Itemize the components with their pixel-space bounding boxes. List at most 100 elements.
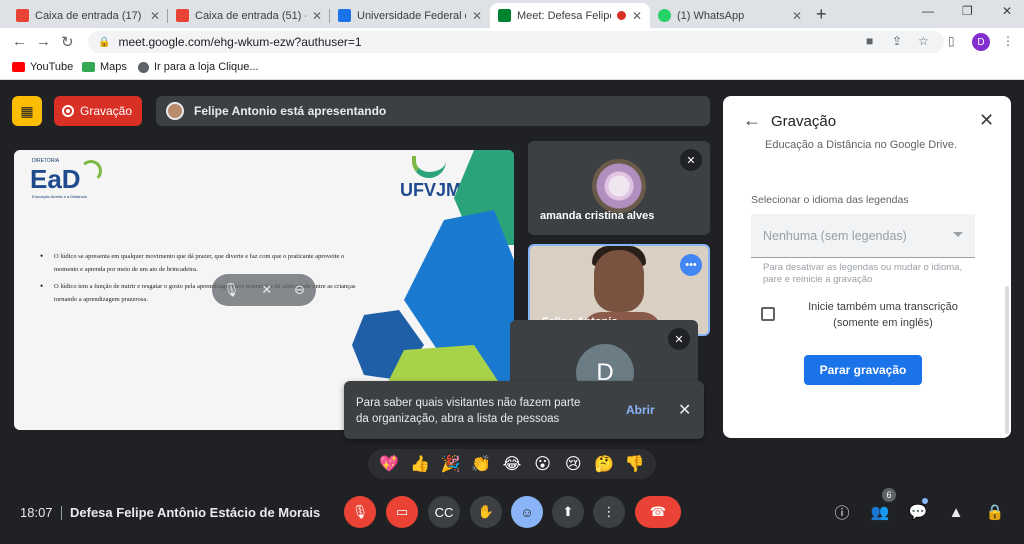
tab-label: Caixa de entrada (51) - ea [195, 9, 306, 22]
mic-off-icon: 🎙 [351, 504, 369, 519]
restore-icon[interactable]: ❐ [962, 4, 973, 18]
more-options-button[interactable]: ⋮ [593, 496, 625, 528]
reaction-laugh[interactable]: 😂 [501, 453, 523, 475]
mic-off-icon[interactable]: 🎙 [223, 282, 240, 298]
close-panel-icon[interactable]: ✕ [979, 110, 994, 131]
tab-label: Caixa de entrada (17) - em [35, 9, 144, 22]
tab-universidade[interactable]: Universidade Federal dos ✕ [330, 3, 490, 28]
activities-icon[interactable]: ▲ [943, 499, 969, 525]
record-icon [62, 105, 74, 117]
reaction-thumbs-down[interactable]: 👎 [624, 453, 646, 475]
caption-language-value: Nenhuma (sem legendas) [763, 228, 907, 243]
people-count-badge: 6 [882, 488, 896, 502]
presenter-avatar [166, 102, 184, 120]
present-button[interactable]: ⬆ [552, 496, 584, 528]
tab-gmail-51[interactable]: Caixa de entrada (51) - ea ✕ [168, 3, 330, 28]
presentation-off-icon[interactable]: ▦ [12, 96, 42, 126]
reaction-clap[interactable]: 👏 [470, 453, 492, 475]
camera-off-icon: ▭ [395, 504, 409, 519]
more-options-icon[interactable]: ••• [680, 254, 702, 276]
panel-scrollbar[interactable] [1005, 286, 1009, 434]
people-icon[interactable]: 👥 [867, 499, 893, 525]
participant-video-face [594, 250, 644, 312]
transcript-checkbox[interactable] [761, 307, 775, 321]
close-tab-icon[interactable]: ✕ [312, 9, 322, 23]
reactions-button[interactable]: ☺ [511, 496, 543, 528]
meeting-title: Defesa Felipe Antônio Estácio de Morais [70, 505, 321, 520]
close-tab-icon[interactable]: ✕ [150, 9, 160, 23]
smiley-icon: ☺ [520, 504, 534, 520]
new-tab-button[interactable]: + [816, 4, 827, 25]
reaction-sad[interactable]: 😢 [562, 453, 584, 475]
recording-indicator-icon [616, 11, 626, 20]
bottom-divider [61, 506, 62, 520]
wifi-arc-icon [80, 160, 102, 182]
bookmark-maps[interactable]: Maps [82, 61, 127, 73]
presenting-banner: Felipe Antonio está apresentando [156, 96, 710, 126]
reaction-heart[interactable]: 💖 [378, 453, 400, 475]
bookmark-star-icon[interactable]: ☆ [918, 34, 929, 48]
close-tab-icon[interactable]: ✕ [632, 9, 642, 23]
url-text: meet.google.com/ehg-wkum-ezw?authuser=1 [118, 35, 362, 49]
tab-label: Universidade Federal dos [357, 9, 466, 22]
bookmark-loja[interactable]: Ir para a loja Clique... [138, 61, 259, 73]
profile-avatar[interactable]: D [972, 33, 990, 51]
side-panel-icon[interactable]: ▯ [948, 34, 955, 48]
caption-hint: Para desativar as legendas ou mudar o id… [763, 262, 963, 285]
host-controls-icon[interactable]: 🔒 [982, 499, 1008, 525]
close-tab-icon[interactable]: ✕ [472, 9, 482, 23]
slide-bullet: O lúdico se apresenta em qualquer movime… [40, 250, 360, 276]
ead-subtitle: Educação Aberta e a Distância [32, 194, 87, 199]
minimize-icon[interactable]: — [922, 4, 934, 18]
mute-icon[interactable]: ✕ [261, 282, 272, 298]
participant-name: amanda cristina alves [540, 210, 655, 222]
reaction-party[interactable]: 🎉 [440, 453, 462, 475]
meeting-info-icon[interactable]: ⓘ [829, 499, 855, 525]
tab-whatsapp[interactable]: (1) WhatsApp ✕ [650, 3, 810, 28]
mic-off-icon: ✕ [668, 328, 690, 350]
close-window-icon[interactable]: ✕ [1002, 4, 1012, 18]
tab-label: (1) WhatsApp [677, 9, 745, 22]
bookmark-youtube[interactable]: YouTube [12, 61, 73, 73]
omnibox[interactable]: 🔒 meet.google.com/ehg-wkum-ezw?authuser=… [88, 31, 944, 53]
forward-icon[interactable]: → [36, 33, 51, 50]
gmail-icon [16, 9, 29, 22]
reload-icon[interactable]: ↻ [61, 33, 74, 51]
reaction-surprised[interactable]: 😮 [532, 453, 554, 475]
recording-button[interactable]: Gravação [54, 96, 142, 126]
toast-close-icon[interactable]: ✕ [678, 400, 691, 420]
youtube-icon [12, 62, 25, 72]
share-icon[interactable]: ⇪ [892, 34, 902, 48]
meeting-time: 18:07 [20, 505, 53, 520]
raise-hand-button[interactable]: ✋ [470, 496, 502, 528]
gmail-icon [176, 9, 189, 22]
toast-open-button[interactable]: Abrir [626, 403, 655, 417]
tab-label: Meet: Defesa Felipe A [517, 9, 611, 22]
reaction-thinking[interactable]: 🤔 [593, 453, 615, 475]
more-menu-icon[interactable]: ⋮ [1002, 34, 1014, 48]
remove-icon[interactable]: ⊖ [294, 282, 305, 298]
more-vert-icon: ⋮ [602, 504, 616, 519]
participant-tile-amanda[interactable]: ✕ amanda cristina alves [528, 141, 710, 235]
captions-button[interactable]: CC [428, 496, 460, 528]
recording-panel: ← Gravação ✕ Educação a Distância no Goo… [723, 96, 1011, 438]
reactions-bar: 💖 👍 🎉 👏 😂 😮 😢 🤔 👎 [368, 449, 656, 479]
close-tab-icon[interactable]: ✕ [792, 9, 802, 23]
back-arrow-icon[interactable]: ← [743, 110, 761, 131]
camera-icon[interactable]: ■ [866, 34, 873, 48]
leave-call-button[interactable]: ☎ [635, 496, 681, 528]
stop-recording-button[interactable]: Parar gravação [804, 355, 922, 385]
transcript-label: Inicie também uma transcrição (somente e… [808, 301, 958, 329]
mic-toggle-button[interactable]: 🎙 [344, 496, 376, 528]
tab-gmail-17[interactable]: Caixa de entrada (17) - em ✕ [8, 3, 168, 28]
mic-off-icon: ✕ [680, 149, 702, 171]
tab-meet[interactable]: Meet: Defesa Felipe A ✕ [490, 3, 650, 28]
presenting-text: Felipe Antonio está apresentando [194, 104, 387, 118]
camera-toggle-button[interactable]: ▭ [386, 496, 418, 528]
caption-language-select[interactable]: Nenhuma (sem legendas) [751, 214, 975, 258]
back-icon[interactable]: ← [12, 33, 27, 50]
reaction-thumbs-up[interactable]: 👍 [409, 453, 431, 475]
bookmark-label: Ir para a loja Clique... [154, 61, 259, 73]
present-icon: ⬆ [562, 504, 574, 519]
captions-icon: CC [434, 504, 454, 520]
